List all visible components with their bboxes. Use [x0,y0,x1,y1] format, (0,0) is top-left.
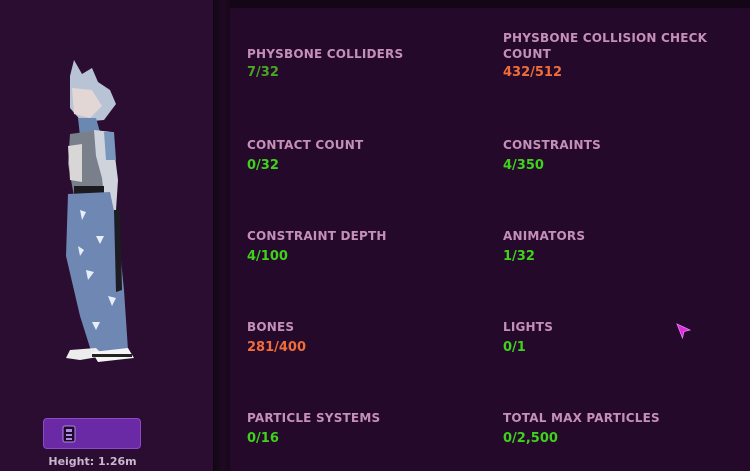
avatar-height-label: Height: 1.26m [48,455,137,468]
stat-value: 0/16 [247,431,279,446]
stat-label: PARTICLE SYSTEMS [247,411,381,425]
stat-label: PHYSBONE COLLIDERS [247,47,404,61]
stat-label: CONSTRAINT DEPTH [247,229,387,243]
stat-label: TOTAL MAX PARTICLES [503,411,660,425]
stat-label: CONTACT COUNT [247,138,364,152]
stat-constraint-depth: CONSTRAINT DEPTH 4/100 [247,228,387,266]
stat-value: 281/400 [247,340,307,355]
avatar-model [52,60,152,370]
stat-label: PHYSBONE COLLISION CHECK COUNT [503,31,708,61]
panel-divider [213,0,230,471]
stat-value: 7/32 [247,65,279,80]
stat-total-max-particles: TOTAL MAX PARTICLES 0/2,500 [503,410,660,448]
stat-value: 0/2,500 [503,431,558,446]
stat-value: 432/512 [503,65,563,80]
stat-physbone-colliders: PHYSBONE COLLIDERS 7/32 [247,46,477,82]
stat-label: LIGHTS [503,320,554,334]
stat-value: 1/32 [503,249,535,264]
stat-value: 4/350 [503,158,544,173]
avatar-stats-icon [62,425,76,443]
stat-lights: LIGHTS 0/1 [503,319,553,357]
stat-label: BONES [247,320,295,334]
stat-value: 0/32 [247,158,279,173]
avatar-stats-button[interactable] [43,418,141,449]
avatar-preview-panel: Height: 1.26m [0,0,213,471]
stat-label: CONSTRAINTS [503,138,601,152]
pointer-cursor-icon [676,323,692,343]
stat-contact-count: CONTACT COUNT 0/32 [247,137,363,175]
stat-value: 4/100 [247,249,288,264]
stat-animators: ANIMATORS 1/32 [503,228,585,266]
stat-bones: BONES 281/400 [247,319,306,357]
stat-particle-systems: PARTICLE SYSTEMS 0/16 [247,410,380,448]
stat-constraints: CONSTRAINTS 4/350 [503,137,601,175]
stat-physbone-collision-check-count: PHYSBONE COLLISION CHECK COUNT 432/512 [503,30,733,82]
stat-label: ANIMATORS [503,229,586,243]
stat-value: 0/1 [503,340,526,355]
